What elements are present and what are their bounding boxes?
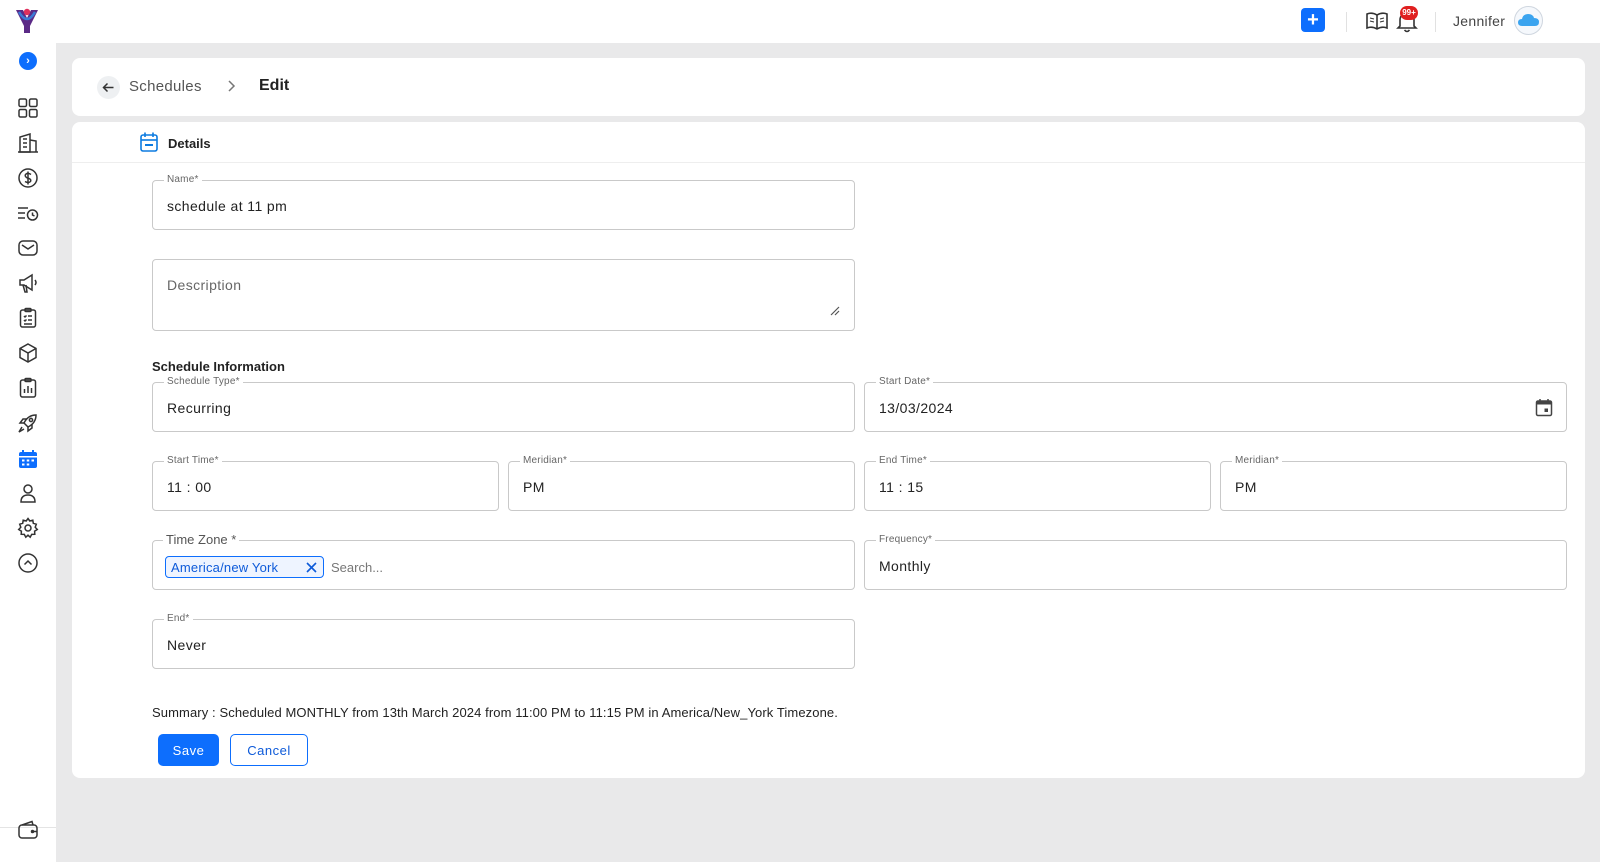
save-button[interactable]: Save bbox=[158, 734, 219, 766]
rocket-icon[interactable] bbox=[16, 411, 40, 435]
tab-label: Details bbox=[168, 136, 211, 151]
arrow-left-icon bbox=[102, 82, 114, 93]
name-label: Name* bbox=[164, 174, 202, 186]
start-date-label: Start Date* bbox=[876, 376, 934, 388]
user-icon[interactable] bbox=[16, 481, 40, 505]
cloud-icon bbox=[1518, 14, 1539, 26]
schedule-type-select[interactable]: Schedule Type* Recurring bbox=[152, 376, 855, 432]
add-button[interactable]: + bbox=[1301, 8, 1325, 32]
chevron-right-icon bbox=[228, 80, 236, 92]
resize-handle-icon[interactable] bbox=[830, 306, 840, 316]
calendar-icon[interactable] bbox=[16, 447, 40, 471]
end-time-value: 11 : 15 bbox=[879, 479, 924, 495]
start-meridian-label: Meridian* bbox=[520, 455, 571, 467]
dollar-icon[interactable] bbox=[16, 166, 40, 190]
notification-badge: 99+ bbox=[1400, 6, 1418, 20]
sidebar-expand-button[interactable]: › bbox=[19, 52, 37, 70]
tab-details[interactable]: Details bbox=[72, 122, 1585, 163]
start-meridian-select[interactable]: Meridian* PM bbox=[508, 455, 855, 511]
frequency-value: Monthly bbox=[879, 558, 931, 574]
name-value: schedule at 11 pm bbox=[167, 198, 288, 214]
report-icon[interactable] bbox=[16, 376, 40, 400]
start-time-label: Start Time* bbox=[164, 455, 222, 467]
back-button[interactable] bbox=[97, 76, 120, 99]
start-time-value: 11 : 00 bbox=[167, 479, 212, 495]
time-zone-label: Time Zone * bbox=[163, 532, 240, 547]
end-select[interactable]: End* Never bbox=[152, 613, 855, 669]
breadcrumb-schedules-link[interactable]: Schedules bbox=[129, 78, 202, 95]
schedule-form: Details Name* schedule at 11 pm Descript… bbox=[72, 122, 1585, 778]
end-meridian-select[interactable]: Meridian* PM bbox=[1220, 455, 1567, 511]
schedule-information-heading: Schedule Information bbox=[152, 359, 285, 374]
top-bar: + 99+ Jennifer bbox=[0, 0, 1600, 43]
cancel-button[interactable]: Cancel bbox=[230, 734, 308, 766]
chevron-up-icon[interactable] bbox=[16, 551, 40, 575]
start-date-value: 13/03/2024 bbox=[879, 400, 954, 416]
frequency-select[interactable]: Frequency* Monthly bbox=[864, 534, 1567, 590]
start-time-field[interactable]: Start Time* 11 : 00 bbox=[152, 455, 499, 511]
time-zone-field[interactable]: Time Zone * America/new York bbox=[152, 532, 855, 590]
clipboard-icon[interactable] bbox=[16, 306, 40, 330]
end-label: End* bbox=[164, 613, 193, 625]
end-meridian-label: Meridian* bbox=[1232, 455, 1283, 467]
list-clock-icon[interactable] bbox=[16, 201, 40, 225]
user-name[interactable]: Jennifer bbox=[1453, 13, 1505, 29]
start-date-field[interactable]: Start Date* 13/03/2024 bbox=[864, 376, 1567, 432]
name-field[interactable]: Name* schedule at 11 pm bbox=[152, 174, 855, 230]
divider bbox=[1435, 12, 1436, 32]
description-field[interactable]: Description bbox=[152, 259, 855, 331]
time-zone-chip-label: America/new York bbox=[171, 560, 279, 575]
app-logo-icon[interactable] bbox=[13, 6, 41, 36]
end-value: Never bbox=[167, 637, 207, 653]
end-time-label: End Time* bbox=[876, 455, 930, 467]
schedule-type-value: Recurring bbox=[167, 400, 232, 416]
avatar[interactable] bbox=[1514, 6, 1543, 35]
calendar-icon bbox=[140, 132, 158, 152]
schedule-summary: Summary : Scheduled MONTHLY from 13th Ma… bbox=[152, 705, 838, 720]
box-icon[interactable] bbox=[16, 341, 40, 365]
description-placeholder: Description bbox=[167, 277, 242, 293]
settings-icon[interactable] bbox=[16, 516, 40, 540]
end-meridian-value: PM bbox=[1235, 479, 1257, 495]
book-icon[interactable] bbox=[1364, 8, 1390, 34]
schedule-type-label: Schedule Type* bbox=[164, 376, 243, 388]
mail-icon[interactable] bbox=[16, 236, 40, 260]
start-meridian-value: PM bbox=[523, 479, 545, 495]
time-zone-search-input[interactable] bbox=[331, 556, 481, 578]
building-icon[interactable] bbox=[16, 131, 40, 155]
end-time-field[interactable]: End Time* 11 : 15 bbox=[864, 455, 1211, 511]
breadcrumb: Schedules Edit bbox=[72, 58, 1585, 116]
megaphone-icon[interactable] bbox=[16, 271, 40, 295]
page-title: Edit bbox=[259, 77, 290, 94]
close-icon[interactable] bbox=[305, 561, 318, 574]
divider bbox=[1346, 12, 1347, 32]
calendar-picker-icon[interactable] bbox=[1535, 398, 1553, 417]
sidebar: › bbox=[0, 43, 56, 862]
frequency-label: Frequency* bbox=[876, 534, 936, 546]
grid-icon[interactable] bbox=[16, 96, 40, 120]
time-zone-chip: America/new York bbox=[165, 556, 324, 578]
wallet-icon[interactable] bbox=[16, 818, 40, 842]
